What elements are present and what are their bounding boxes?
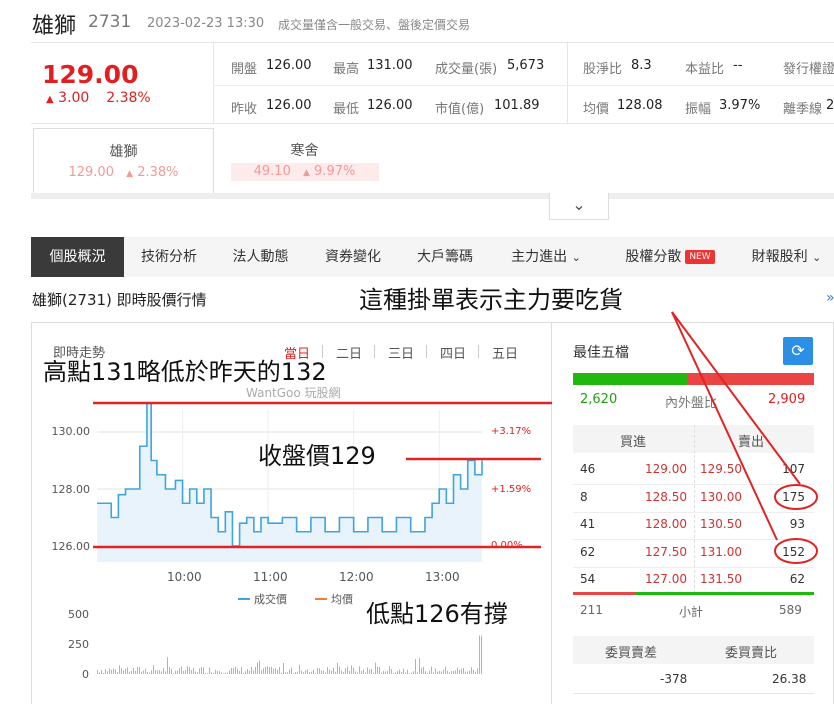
highlight-circle — [774, 538, 818, 564]
highlight-circle — [774, 484, 818, 510]
annotation-high: 高點131略低於昨天的132 — [43, 358, 327, 386]
arrow-line — [671, 311, 801, 485]
annotation-top: 這種掛單表示主力要吃貨 — [359, 286, 623, 314]
annotation-close: 收盤價129 — [258, 442, 376, 470]
arrow-line — [671, 311, 778, 541]
annotation-overlay — [93, 311, 818, 564]
annotation-low: 低點126有撐 — [366, 600, 508, 628]
